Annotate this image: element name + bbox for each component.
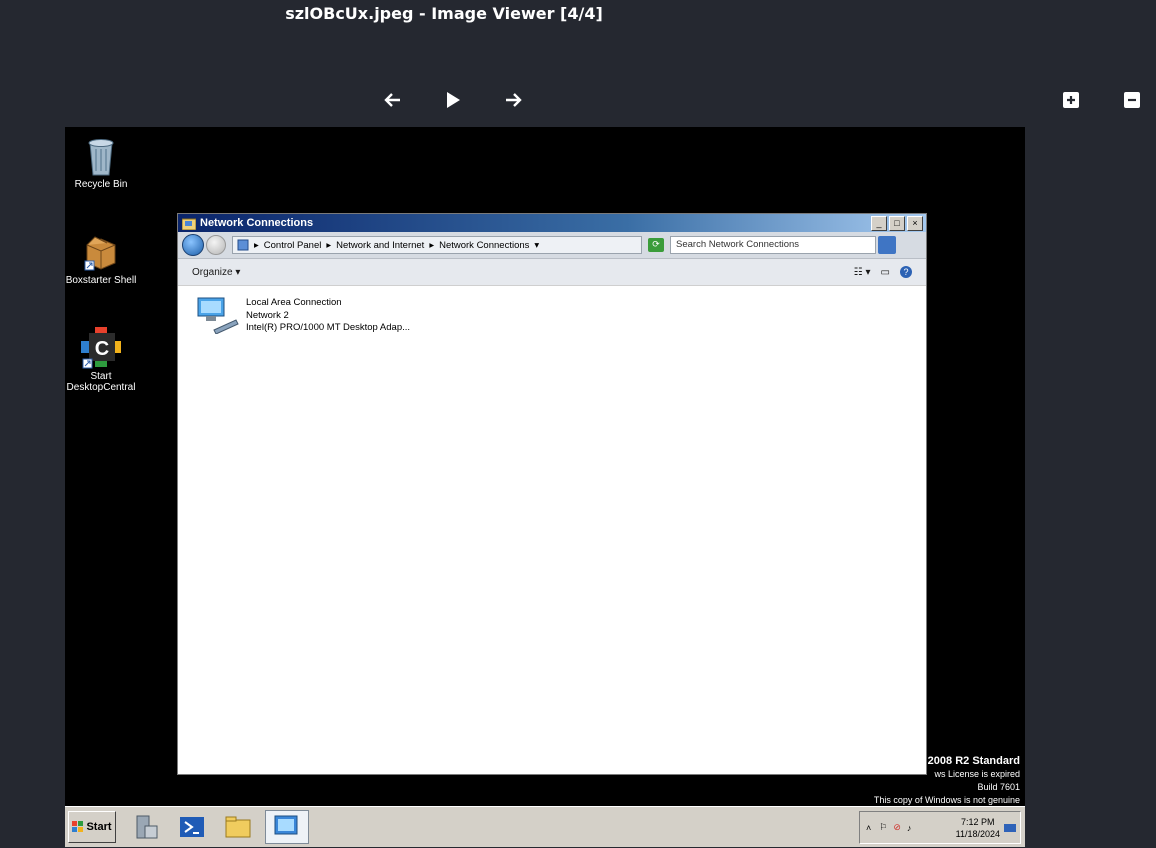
desktop-central-icon: C xyxy=(81,327,121,369)
clock[interactable]: 7:12 PM 11/18/2024 xyxy=(956,816,1000,840)
command-bar: Organize ▾ ☷ ▾ ▭ ? xyxy=(178,259,926,285)
connection-adapter: Intel(R) PRO/1000 MT Desktop Adap... xyxy=(246,322,411,333)
breadcrumb-item[interactable]: Network and Internet xyxy=(336,240,424,251)
window-titlebar[interactable]: Network Connections _ □ × xyxy=(178,214,926,232)
desktop-icon-start-desktopcentral[interactable]: C Start DesktopCentral xyxy=(65,327,137,393)
help-icon[interactable]: ? xyxy=(900,266,912,278)
network-connections-window: Network Connections _ □ × ▸ Control Pane… xyxy=(177,213,927,775)
search-input[interactable]: Search Network Connections xyxy=(670,236,876,254)
search-icon[interactable] xyxy=(878,236,896,254)
maximize-button[interactable]: □ xyxy=(889,215,905,231)
show-desktop-button[interactable] xyxy=(1004,823,1016,832)
desktop-icon-label: Start DesktopCentral xyxy=(66,371,136,393)
desktop-icon-label: Recycle Bin xyxy=(74,179,128,190)
plus-icon xyxy=(1067,96,1075,104)
back-button[interactable] xyxy=(182,234,204,256)
powershell-icon[interactable] xyxy=(177,812,207,842)
breadcrumb-item[interactable]: Control Panel xyxy=(264,240,322,251)
address-bar-row: ▸ Control Panel ▸ Network and Internet ▸… xyxy=(178,232,926,259)
desktop-icon-recycle-bin[interactable]: Recycle Bin xyxy=(65,135,137,190)
taskbar: Start ˄ ⚐ ⊘ ♪ 7:12 PM 11/18/2024 xyxy=(65,806,1025,847)
server-manager-icon[interactable] xyxy=(131,812,161,842)
desktop-icon-boxstarter-shell[interactable]: Boxstarter Shell xyxy=(65,231,137,286)
network-connections-task[interactable] xyxy=(265,810,309,844)
forward-button[interactable] xyxy=(206,235,226,255)
file-explorer-icon[interactable] xyxy=(223,812,253,842)
windows-watermark: 2008 R2 Standard ws License is expired B… xyxy=(873,755,1020,805)
zoom-out-button[interactable] xyxy=(1124,92,1140,108)
displayed-image: Recycle Bin Boxstarter Shell C Start Des… xyxy=(65,127,1025,847)
recycle-bin-icon xyxy=(81,135,121,177)
close-button[interactable]: × xyxy=(907,215,923,231)
preview-pane-icon[interactable]: ▭ xyxy=(881,267,890,278)
network-adapter-icon xyxy=(197,297,239,334)
address-bar[interactable]: ▸ Control Panel ▸ Network and Internet ▸… xyxy=(232,236,642,254)
play-icon xyxy=(447,92,460,108)
connections-list: Local Area Connection Network 2 Intel(R)… xyxy=(178,286,926,774)
next-image-button[interactable] xyxy=(498,86,528,114)
network-warning-icon[interactable]: ⊘ xyxy=(893,822,901,833)
minimize-button[interactable]: _ xyxy=(871,215,887,231)
refresh-button[interactable]: ⟳ xyxy=(648,238,664,252)
package-box-icon xyxy=(81,231,121,273)
breadcrumb-item[interactable]: Network Connections xyxy=(439,240,529,251)
connection-network: Network 2 xyxy=(246,309,289,321)
play-slideshow-button[interactable] xyxy=(438,86,468,114)
svg-text:C: C xyxy=(95,338,109,360)
minus-icon xyxy=(1128,98,1136,102)
system-tray: ˄ ⚐ ⊘ ♪ 7:12 PM 11/18/2024 xyxy=(859,811,1021,844)
chevron-down-icon[interactable]: ▾ xyxy=(534,240,539,251)
zoom-in-button[interactable] xyxy=(1063,92,1079,108)
desktop-icon-label: Boxstarter Shell xyxy=(65,275,137,286)
views-icon[interactable]: ☷ ▾ xyxy=(854,267,871,278)
arrow-right-icon xyxy=(506,93,522,107)
organize-button[interactable]: Organize ▾ xyxy=(192,267,240,278)
arrow-left-icon xyxy=(384,93,400,107)
network-folder-icon xyxy=(182,218,196,230)
show-hidden-icons-icon[interactable]: ˄ xyxy=(866,823,871,833)
connection-name: Local Area Connection xyxy=(246,297,342,308)
volume-icon[interactable]: ♪ xyxy=(907,823,912,833)
window-title: Network Connections xyxy=(200,217,314,229)
list-item[interactable]: Local Area Connection Network 2 Intel(R)… xyxy=(196,296,410,335)
action-center-flag-icon[interactable]: ⚐ xyxy=(879,822,887,833)
control-panel-icon xyxy=(237,239,249,251)
windows-logo-icon xyxy=(72,821,84,832)
start-button[interactable]: Start xyxy=(68,811,116,843)
previous-image-button[interactable] xyxy=(378,86,408,114)
viewer-title: szlOBcUx.jpeg - Image Viewer [4/4] xyxy=(285,4,603,23)
